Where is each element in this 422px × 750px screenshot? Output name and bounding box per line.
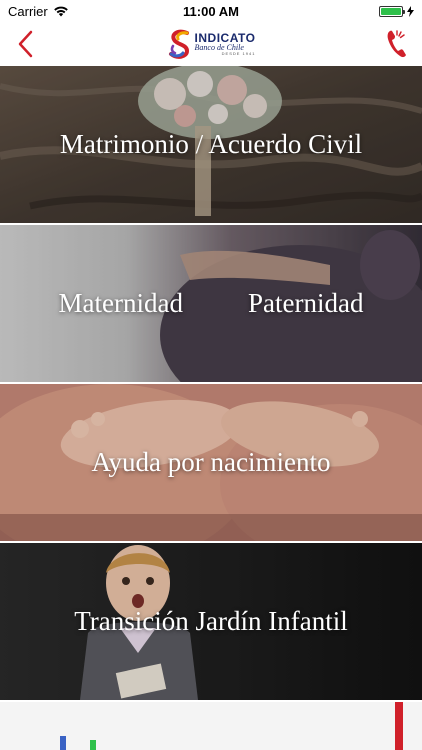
logo-tagline: DESDE 1941 <box>221 51 256 56</box>
navigation-bar: INDICATO Banco de Chile DESDE 1941 <box>0 22 422 66</box>
phone-icon <box>387 30 406 58</box>
card-matrimonio[interactable]: Matrimonio / Acuerdo Civil <box>0 66 422 223</box>
paternidad-title[interactable]: Paternidad <box>248 288 363 319</box>
wifi-icon <box>53 6 68 17</box>
carrier-label: Carrier <box>8 3 48 19</box>
card-title: Transición Jardín Infantil <box>74 606 348 636</box>
card-title: Ayuda por nacimiento <box>91 447 331 477</box>
card-split-titles: Maternidad Paternidad <box>0 288 422 319</box>
card-ayuda-nacimiento[interactable]: Ayuda por nacimiento <box>0 384 422 541</box>
card-title: Matrimonio / Acuerdo Civil <box>59 129 363 159</box>
charging-bolt-icon <box>407 5 414 17</box>
card-maternidad-paternidad[interactable]: Maternidad Paternidad <box>0 225 422 382</box>
maternidad-title[interactable]: Maternidad <box>59 288 183 319</box>
chevron-left-icon <box>18 30 33 58</box>
back-button[interactable] <box>10 24 40 64</box>
crayons-image <box>0 702 422 750</box>
card-partial-next[interactable] <box>0 702 422 750</box>
card-transicion-jardin[interactable]: Transición Jardín Infantil <box>0 543 422 700</box>
sindicato-logo: INDICATO Banco de Chile DESDE 1941 <box>167 24 256 64</box>
logo-text: INDICATO Banco de Chile DESDE 1941 <box>195 32 256 56</box>
logo-s-mark <box>168 29 189 59</box>
status-bar: Carrier 11:00 AM <box>0 0 422 22</box>
status-right <box>379 5 414 17</box>
call-button[interactable] <box>382 24 412 64</box>
battery-icon <box>379 5 405 17</box>
status-left: Carrier <box>8 4 69 19</box>
